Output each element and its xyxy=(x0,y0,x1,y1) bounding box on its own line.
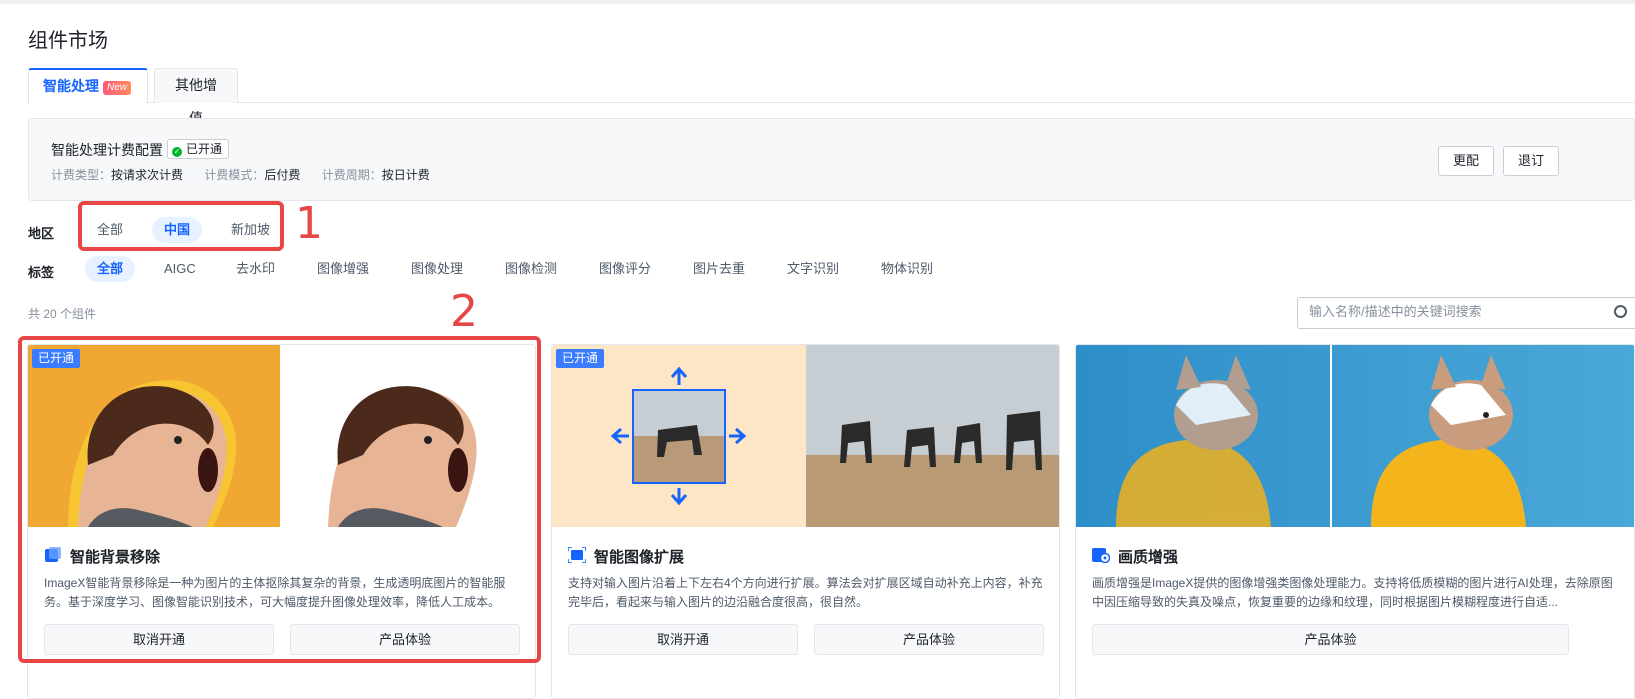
opened-badge: 已开通 xyxy=(556,349,605,368)
card-description: 画质增强是ImageX提供的图像增强类图像处理能力。支持将低质模糊的图片进行AI… xyxy=(1092,576,1613,609)
status-text: 已开通 xyxy=(186,142,223,156)
annotation-number-2: 2 xyxy=(450,286,478,337)
tag-option-text-recognition[interactable]: 文字识别 xyxy=(775,256,851,282)
tag-option-image-detection[interactable]: 图像检测 xyxy=(493,256,569,282)
billing-type-value: 按请求次计费 xyxy=(111,168,184,182)
card-preview-image xyxy=(552,345,1059,527)
billing-mode-value: 后付费 xyxy=(264,168,301,182)
card-preview-image xyxy=(1076,345,1634,527)
tag-option-image-processing[interactable]: 图像处理 xyxy=(399,256,475,282)
card-description: 支持对输入图片沿着上下左右4个方向进行扩展。算法会对扩展区域自动补充上内容，补充… xyxy=(568,576,1043,609)
billing-cycle-label: 计费周期： xyxy=(321,168,382,182)
component-card-image-outpainting[interactable]: 已开通 智能图像扩展 支持对输入图片沿着上下左右4个方向进行扩展。算法会对扩展区… xyxy=(551,344,1060,699)
annotation-number-1: 1 xyxy=(295,198,323,249)
card-title: 画质增强 xyxy=(1118,549,1179,566)
search-icon[interactable] xyxy=(1614,305,1627,318)
search-input[interactable] xyxy=(1309,304,1589,319)
product-trial-button[interactable]: 产品体验 xyxy=(1092,624,1569,655)
tags-label: 标签 xyxy=(28,265,55,280)
tag-option-image-scoring[interactable]: 图像评分 xyxy=(587,256,663,282)
billing-type-label: 计费类型： xyxy=(51,168,112,182)
product-trial-button[interactable]: 产品体验 xyxy=(814,624,1044,655)
annotation-box-1 xyxy=(78,201,284,251)
card-title: 智能图像扩展 xyxy=(594,549,685,566)
billing-meta: 计费类型：按请求次计费 计费模式：后付费 计费周期：按日计费 xyxy=(51,166,448,183)
billing-title: 智能处理计费配置 xyxy=(51,142,163,158)
annotation-box-2 xyxy=(18,336,541,663)
region-label: 地区 xyxy=(28,226,55,241)
tab-label: 智能处理 xyxy=(43,78,99,94)
tag-option-watermark-removal[interactable]: 去水印 xyxy=(224,256,287,282)
tab-bar: 智能处理 New 其他增值 xyxy=(28,68,1635,126)
unsubscribe-button[interactable]: 退订 xyxy=(1503,146,1560,176)
billing-config-panel: 智能处理计费配置 ✓ 已开通 计费类型：按请求次计费 计费模式：后付费 计费周期：… xyxy=(28,118,1635,201)
tab-other-value-added[interactable]: 其他增值 xyxy=(154,68,238,126)
top-bar xyxy=(0,0,1635,4)
opened-badge: 已开通 xyxy=(32,349,81,368)
status-badge: ✓ 已开通 xyxy=(167,139,230,159)
tab-smart-processing[interactable]: 智能处理 New xyxy=(28,68,148,104)
tag-option-object-recognition[interactable]: 物体识别 xyxy=(869,256,945,282)
check-circle-icon: ✓ xyxy=(172,147,182,157)
billing-cycle-value: 按日计费 xyxy=(381,168,430,182)
tag-option-aigc[interactable]: AIGC xyxy=(152,256,208,282)
component-card-quality-enhancement[interactable]: 画质增强 画质增强是ImageX提供的图像增强类图像处理能力。支持将低质模糊的图… xyxy=(1075,344,1635,699)
search-box[interactable] xyxy=(1297,297,1635,329)
change-config-button[interactable]: 更配 xyxy=(1438,146,1495,176)
component-count: 共 20 个组件 xyxy=(28,307,97,321)
expand-image-icon xyxy=(568,547,586,563)
enhance-quality-icon xyxy=(1092,548,1110,563)
page-title: 组件市场 xyxy=(28,30,108,52)
cancel-subscription-button[interactable]: 取消开通 xyxy=(568,624,798,655)
tag-option-image-enhance[interactable]: 图像增强 xyxy=(305,256,381,282)
tag-option-image-dedup[interactable]: 图片去重 xyxy=(681,256,757,282)
tag-option-all[interactable]: 全部 xyxy=(85,256,136,282)
new-badge: New xyxy=(103,81,132,95)
billing-mode-label: 计费模式： xyxy=(204,168,265,182)
